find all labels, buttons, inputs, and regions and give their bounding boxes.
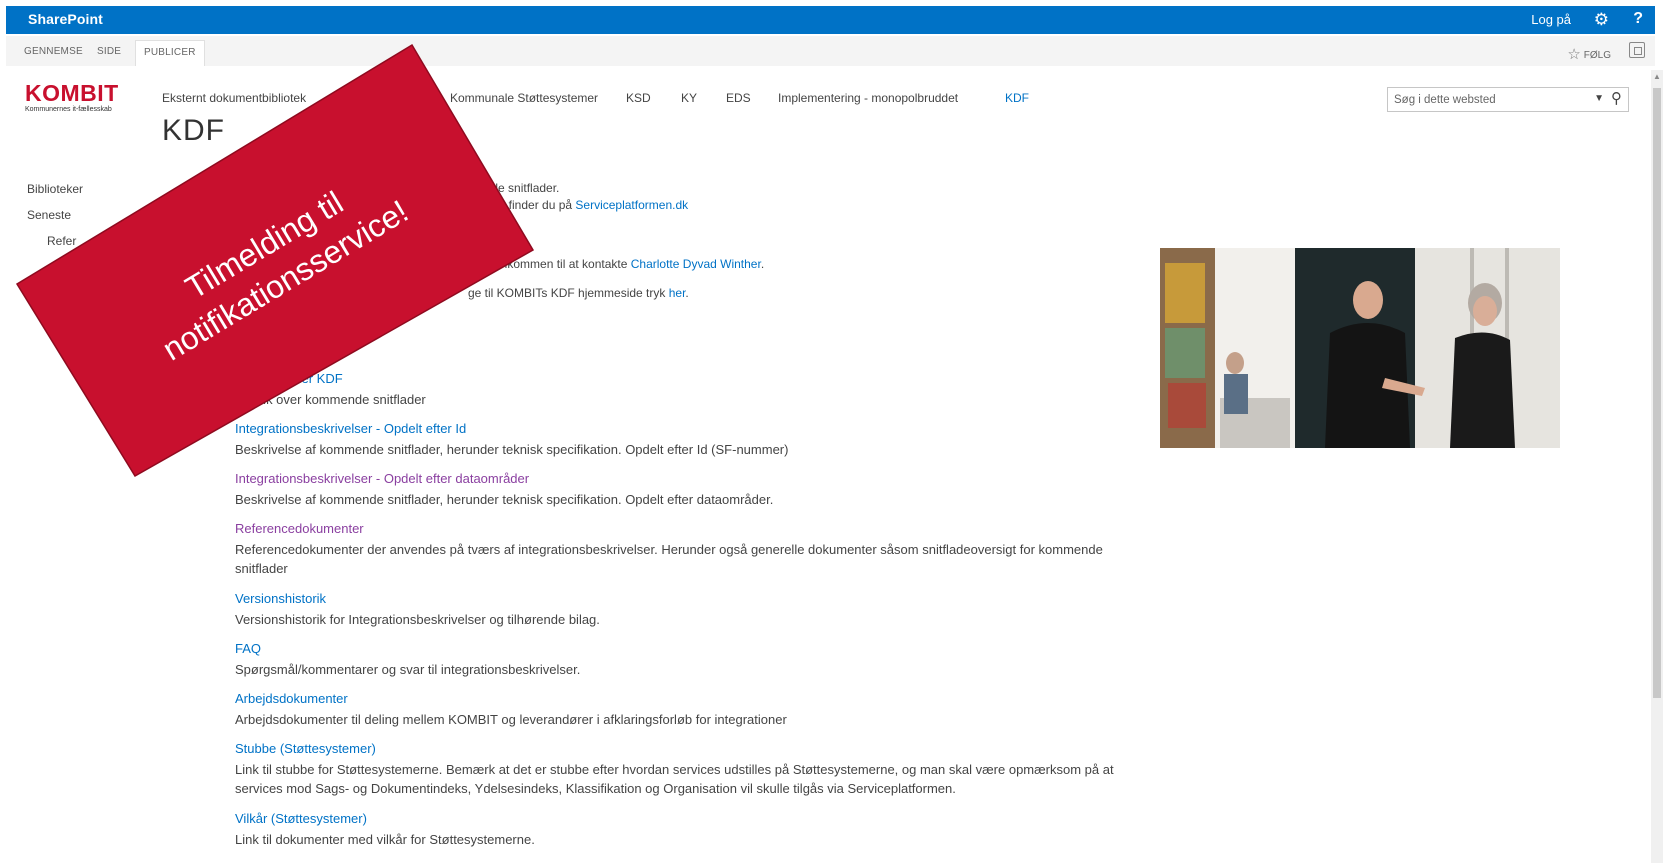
intro-line-1: mende snitflader. <box>468 181 560 195</box>
logo-text: KOMBIT <box>25 80 119 106</box>
item-desc-arbejdsdokumenter: Arbejdsdokumenter til deling mellem KOMB… <box>235 712 787 727</box>
item-title-faq[interactable]: FAQ <box>235 641 261 656</box>
page-title: KDF <box>162 114 225 147</box>
item-desc-versionshistorik: Versionshistorik for Integrationsbeskriv… <box>235 612 600 627</box>
item-desc-vilkaar: Link til dokumenter med vilkår for Støtt… <box>235 832 535 847</box>
leftnav-item-biblioteker[interactable]: Biblioteker <box>27 182 83 196</box>
site-search-box: ▼ ⚲ <box>1387 87 1629 112</box>
topnav-item-implementering[interactable]: Implementering - monopolbruddet <box>778 91 958 105</box>
intro-line-4-text: ge til KOMBITs KDF hjemmeside tryk <box>468 286 669 300</box>
leftnav-item-refer[interactable]: Refer <box>47 234 76 248</box>
topnav-item-kdf[interactable]: KDF <box>1005 91 1029 105</box>
vertical-scrollbar[interactable]: ▲ <box>1651 70 1663 863</box>
topnav-item-ksd[interactable]: KSD <box>626 91 651 105</box>
sign-in-link[interactable]: Log på <box>1531 12 1571 27</box>
item-desc-stubbe: Link til stubbe for Støttesystemerne. Be… <box>235 762 1114 796</box>
topnav-item-kommunale-stottesystemer[interactable]: Kommunale Støttesystemer <box>450 91 598 105</box>
intro-line-4: ge til KOMBITs KDF hjemmeside tryk her. <box>468 286 689 300</box>
item-title-versionshistorik[interactable]: Versionshistorik <box>235 591 326 606</box>
search-input[interactable] <box>1388 88 1588 111</box>
topnav-item-ky[interactable]: KY <box>681 91 697 105</box>
intro-line-2: formen finder du på Serviceplatformen.dk <box>468 198 688 212</box>
item-title-vilkaar[interactable]: Vilkår (Støttesystemer) <box>235 811 367 826</box>
item-title-integrationsbeskrivelser-dataomraader[interactable]: Integrationsbeskrivelser - Opdelt efter … <box>235 471 529 486</box>
star-icon: ☆ <box>1567 46 1581 63</box>
search-scope-dropdown-icon[interactable]: ▼ <box>1594 93 1604 104</box>
item-desc-kommende-snitflader: verblik over kommende snitflader <box>235 392 426 407</box>
intro-line-4-suffix: . <box>685 286 689 300</box>
topnav-item-eksternt-dokumentbibliotek[interactable]: Eksternt dokumentbibliotek <box>162 91 306 105</box>
follow-label: FØLG <box>1583 50 1611 61</box>
follow-button[interactable]: ☆ FØLG <box>1567 44 1611 63</box>
promo-banner-text[interactable]: Tilmelding til notifikationsservice! <box>74 120 476 407</box>
promo-banner-line-2: notifikationsservice! <box>156 192 415 368</box>
item-desc-referencedokumenter: Referencedokumenter der anvendes på tvær… <box>235 542 1103 576</box>
contact-link[interactable]: Charlotte Dyvad Winther <box>631 257 761 271</box>
item-desc-integrationsbeskrivelser-dataomraader: Beskrivelse af kommende snitflader, heru… <box>235 492 774 507</box>
logo-subtitle: Kommunernes it-fællesskab <box>25 106 112 113</box>
gear-icon[interactable]: ⚙ <box>1594 10 1609 30</box>
tab-publish[interactable]: PUBLICER <box>135 40 205 66</box>
item-title-referencedokumenter[interactable]: Referencedokumenter <box>235 521 364 536</box>
item-title-integrationsbeskrivelser-id[interactable]: Integrationsbeskrivelser - Opdelt efter … <box>235 421 466 436</box>
item-title-arbejdsdokumenter[interactable]: Arbejdsdokumenter <box>235 691 348 706</box>
tab-browse[interactable]: GENNEMSE <box>24 46 83 57</box>
sharepoint-brand-link[interactable]: SharePoint <box>28 11 103 27</box>
intro-line-3: r du velkommen til at kontakte Charlotte… <box>468 257 764 271</box>
suite-bar-background: SharePoint Log på ⚙ ? <box>6 6 1655 34</box>
item-title-kommende-snitflader[interactable]: nde snitflader KDF <box>235 371 343 386</box>
serviceplatformen-link[interactable]: Serviceplatformen.dk <box>575 198 688 212</box>
item-desc-integrationsbeskrivelser-id: Beskrivelse af kommende snitflader, heru… <box>235 442 789 457</box>
item-desc-faq: Spørgsmål/kommentarer og svar til integr… <box>235 662 581 677</box>
promo-banner-line-1: Tilmelding til <box>179 184 350 306</box>
search-icon[interactable]: ⚲ <box>1611 89 1622 107</box>
intro-line-2-text: formen finder du på <box>468 198 576 212</box>
photo-illustration <box>1160 248 1560 448</box>
leftnav-item-seneste[interactable]: Seneste <box>27 208 71 222</box>
suite-bar: SharePoint Log på ⚙ ? <box>0 0 1663 36</box>
topnav-item-eds[interactable]: EDS <box>726 91 751 105</box>
scroll-up-icon[interactable]: ▲ <box>1653 72 1661 81</box>
intro-line-3-suffix: . <box>760 257 765 271</box>
help-icon[interactable]: ? <box>1633 10 1643 28</box>
office-photo <box>1160 248 1560 448</box>
homepage-link[interactable]: her <box>669 286 686 300</box>
ribbon-tab-row: GENNEMSE SIDE PUBLICER ☆ FØLG <box>6 36 1655 66</box>
intro-line-3-text: r du velkommen til at kontakte <box>468 257 631 271</box>
focus-on-content-icon[interactable] <box>1629 42 1645 58</box>
site-logo[interactable]: KOMBIT Kommunernes it-fællesskab <box>25 80 140 114</box>
scroll-thumb[interactable] <box>1653 88 1661 698</box>
item-title-stubbe[interactable]: Stubbe (Støttesystemer) <box>235 741 376 756</box>
tab-page[interactable]: SIDE <box>97 46 121 57</box>
